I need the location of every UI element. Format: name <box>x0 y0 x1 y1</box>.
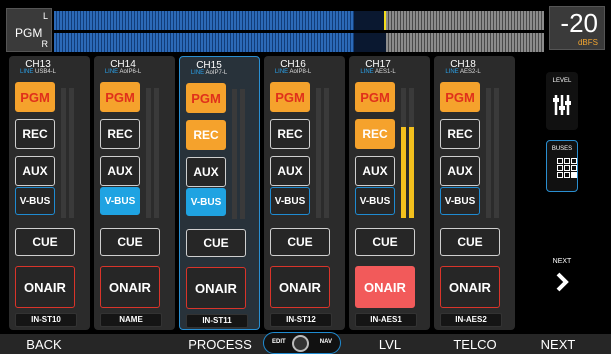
level-view-button[interactable]: LEVEL <box>546 72 578 130</box>
side-next-button[interactable]: NEXT <box>546 258 578 295</box>
channel-meter-right <box>154 88 159 218</box>
edit-label: EDIT <box>272 339 286 345</box>
pgm-bus-label: PGM <box>15 26 43 40</box>
channel-tag: IN-ST11 <box>186 314 248 328</box>
onair-button[interactable]: ONAIR <box>186 267 246 309</box>
pgm-button[interactable]: PGM <box>440 82 480 112</box>
channel-strip[interactable]: CH16 LINE AoIP8-L PGM REC AUX V-BUS CUE … <box>264 56 345 330</box>
rec-button[interactable]: REC <box>186 120 226 150</box>
rec-button[interactable]: REC <box>15 119 55 149</box>
lvl-button[interactable]: LVL <box>350 334 430 354</box>
channel-meter-right <box>324 88 329 218</box>
back-button[interactable]: BACK <box>0 334 88 354</box>
vbus-button[interactable]: V-BUS <box>15 187 55 215</box>
channel-source: LINE AES1-L <box>360 69 396 75</box>
vbus-button[interactable]: V-BUS <box>100 187 140 215</box>
left-channel-label: L <box>42 11 48 21</box>
knob-icon <box>292 335 309 352</box>
channel-tag: IN-AES2 <box>440 313 502 327</box>
vbus-button[interactable]: V-BUS <box>186 188 226 216</box>
onair-button[interactable]: ONAIR <box>100 266 160 308</box>
chevron-right-icon <box>556 272 569 292</box>
channel-meter-left <box>232 89 237 219</box>
vbus-button[interactable]: V-BUS <box>355 187 395 215</box>
rec-button[interactable]: REC <box>270 119 310 149</box>
aux-button[interactable]: AUX <box>100 156 140 186</box>
channel-tag: IN-ST10 <box>15 313 77 327</box>
channel-tag: IN-AES1 <box>355 313 417 327</box>
onair-button[interactable]: ONAIR <box>15 266 75 308</box>
pgm-button[interactable]: PGM <box>186 83 226 113</box>
aux-button[interactable]: AUX <box>15 156 55 186</box>
pgm-level-readout: -20 dBFS <box>549 6 605 50</box>
channel-line: LINE <box>190 70 205 76</box>
process-button[interactable]: PROCESS <box>175 334 265 354</box>
nav-label: NAV <box>319 339 332 345</box>
cue-button[interactable]: CUE <box>355 228 415 256</box>
channel-line: LINE <box>274 69 289 75</box>
level-value: -20 <box>560 8 598 38</box>
channel-source: LINE AoIP6-L <box>104 69 142 75</box>
channel-strip[interactable]: CH17 LINE AES1-L PGM REC AUX V-BUS CUE O… <box>349 56 430 330</box>
aux-button[interactable]: AUX <box>270 156 310 186</box>
channel-meter-left <box>486 88 491 218</box>
buses-label: BUSES <box>551 146 573 152</box>
onair-button[interactable]: ONAIR <box>440 266 500 308</box>
next-button[interactable]: NEXT <box>518 334 598 354</box>
cue-button[interactable]: CUE <box>440 228 500 256</box>
pgm-meter-label: PGM L R <box>6 8 52 52</box>
pgm-meter-left <box>54 11 544 30</box>
pgm-button[interactable]: PGM <box>15 82 55 112</box>
channel-line: LINE <box>360 69 374 75</box>
channel-strip[interactable]: CH13 LINE USB4-L PGM REC AUX V-BUS CUE O… <box>9 56 90 330</box>
telco-button[interactable]: TELCO <box>435 334 515 354</box>
channel-line: LINE <box>104 69 119 75</box>
channel-meter-right <box>409 88 414 218</box>
rec-button[interactable]: REC <box>100 119 140 149</box>
cue-button[interactable]: CUE <box>100 228 160 256</box>
edit-nav-knob[interactable]: EDIT NAV <box>263 332 341 354</box>
cue-button[interactable]: CUE <box>15 228 75 256</box>
channel-strip-selected[interactable]: CH15 LINE AoIP7-L PGM REC AUX V-BUS CUE … <box>179 56 260 330</box>
channel-tag: IN-ST12 <box>270 313 332 327</box>
aux-button[interactable]: AUX <box>440 156 480 186</box>
cue-button[interactable]: CUE <box>270 228 330 256</box>
rec-button[interactable]: REC <box>355 119 395 149</box>
channel-meter-left <box>401 88 406 218</box>
cue-button[interactable]: CUE <box>186 229 246 257</box>
faders-icon <box>553 95 571 115</box>
aux-button[interactable]: AUX <box>186 157 226 187</box>
pgm-button[interactable]: PGM <box>355 82 395 112</box>
buses-view-button[interactable]: BUSES <box>546 140 578 192</box>
channel-line: LINE <box>445 69 459 75</box>
channel-meter-right <box>240 89 245 219</box>
aux-button[interactable]: AUX <box>355 156 395 186</box>
side-next-label: NEXT <box>552 258 572 265</box>
rec-button[interactable]: REC <box>440 119 480 149</box>
pgm-meter-right <box>54 33 544 52</box>
onair-button[interactable]: ONAIR <box>355 266 415 308</box>
channel-meter-left <box>316 88 321 218</box>
channel-meter-left <box>146 88 151 218</box>
channel-meter-left <box>61 88 66 218</box>
channel-line: LINE <box>19 69 34 75</box>
channel-source: LINE AES2-L <box>445 69 481 75</box>
channel-strip[interactable]: CH14 LINE AoIP6-L PGM REC AUX V-BUS CUE … <box>94 56 175 330</box>
onair-button[interactable]: ONAIR <box>270 266 330 308</box>
channel-meter-right <box>69 88 74 218</box>
channel-source: LINE AoIP7-L <box>190 70 228 76</box>
channel-meter-right <box>494 88 499 218</box>
pgm-button[interactable]: PGM <box>270 82 310 112</box>
vbus-button[interactable]: V-BUS <box>440 187 480 215</box>
channel-source: LINE AoIP8-L <box>274 69 312 75</box>
channel-tag: NAME <box>100 313 162 327</box>
grid-icon <box>557 158 579 178</box>
vbus-button[interactable]: V-BUS <box>270 187 310 215</box>
right-channel-label: R <box>41 39 49 49</box>
channel-strip[interactable]: CH18 LINE AES2-L PGM REC AUX V-BUS CUE O… <box>434 56 515 330</box>
pgm-button[interactable]: PGM <box>100 82 140 112</box>
level-unit: dBFS <box>577 38 598 47</box>
channel-source: LINE USB4-L <box>19 69 57 75</box>
